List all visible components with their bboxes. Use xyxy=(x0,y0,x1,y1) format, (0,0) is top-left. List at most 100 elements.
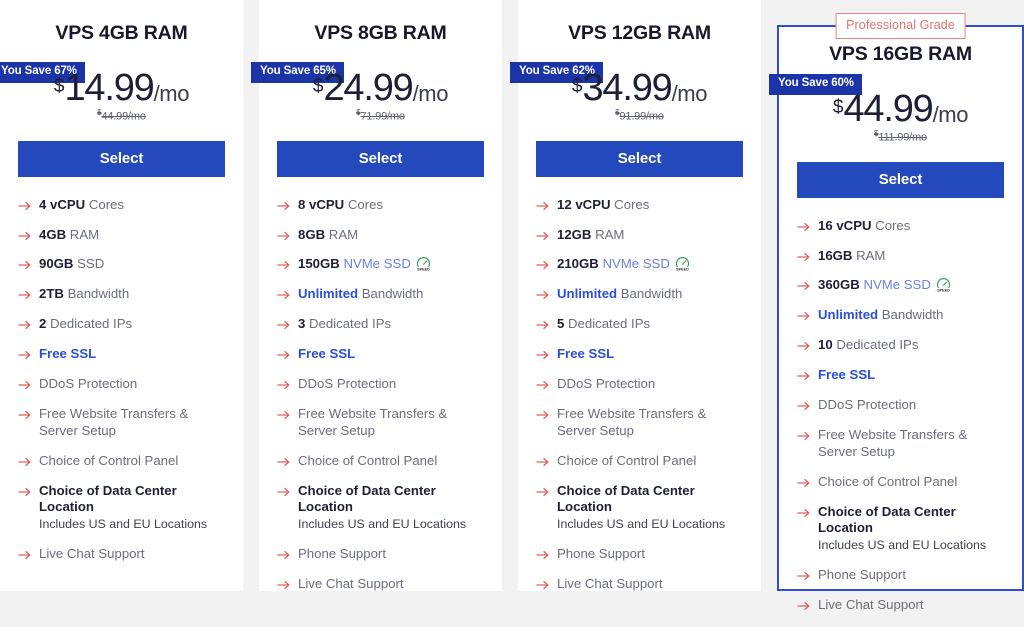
feature-label: DDoS Protection xyxy=(818,397,917,412)
feature-label: Live Chat Support xyxy=(557,576,663,592)
arrow-right-icon xyxy=(18,199,32,213)
original-price: $111.99/mo xyxy=(797,129,1004,144)
svg-text:SPEED: SPEED xyxy=(417,268,430,272)
feature-label: Unlimited Bandwidth xyxy=(298,286,424,302)
feature-item: 90GB SSD xyxy=(18,256,225,273)
feature-item: 12 vCPU Cores xyxy=(536,197,743,214)
arrow-right-icon xyxy=(277,408,291,422)
feature-label: Phone Support xyxy=(557,546,645,562)
feature-label: 4GB RAM xyxy=(39,226,100,242)
select-button[interactable]: Select xyxy=(797,161,1004,198)
feature-note: Includes US and EU Locations xyxy=(39,517,208,532)
feature-label: 8 vCPU Cores xyxy=(298,196,384,212)
feature-item: DDoS Protection xyxy=(18,376,225,393)
feature-label: 16 vCPU Cores xyxy=(818,217,911,233)
arrow-right-icon xyxy=(797,506,811,520)
feature-label: Choice of Data Center Location Includes U… xyxy=(39,483,225,534)
arrow-right-icon xyxy=(277,378,291,392)
arrow-right-icon xyxy=(277,485,291,499)
price-amount: 14.99 xyxy=(64,67,155,109)
feature-label: 5 Dedicated IPs xyxy=(557,316,651,332)
feature-item: Phone Support xyxy=(277,546,484,563)
select-button[interactable]: Select xyxy=(18,140,225,177)
price-period: /mo xyxy=(412,81,449,106)
arrow-right-icon xyxy=(277,199,291,213)
feature-item: 150GB NVMe SSD SPEED xyxy=(277,256,484,273)
feature-label: Live Chat Support xyxy=(39,546,145,562)
price-period: /mo xyxy=(671,81,708,106)
feature-item: Free Website Transfers & Server Setup xyxy=(797,427,1004,461)
arrow-right-icon xyxy=(536,318,550,332)
current-price: $14.99/mo xyxy=(54,67,190,109)
feature-item: Choice of Data Center Location Includes U… xyxy=(277,483,484,534)
arrow-right-icon xyxy=(797,369,811,383)
feature-label: Unlimited Bandwidth xyxy=(818,307,944,323)
arrow-right-icon xyxy=(797,279,811,293)
feature-item: 360GB NVMe SSD SPEED xyxy=(797,277,1004,294)
feature-label: 2 Dedicated IPs xyxy=(39,316,133,332)
feature-item: 3 Dedicated IPs xyxy=(277,316,484,333)
arrow-right-icon xyxy=(277,288,291,302)
feature-label: 2TB Bandwidth xyxy=(39,286,130,302)
feature-item: Phone Support xyxy=(797,567,1004,584)
arrow-right-icon xyxy=(536,199,550,213)
arrow-right-icon xyxy=(277,455,291,469)
feature-item: 16 vCPU Cores xyxy=(797,218,1004,235)
feature-note: Includes US and EU Locations xyxy=(818,538,987,553)
feature-label: 8GB RAM xyxy=(298,226,359,242)
arrow-right-icon xyxy=(536,288,550,302)
feature-label: Choice of Data Center Location Includes U… xyxy=(557,483,743,534)
feature-item: 10 Dedicated IPs xyxy=(797,337,1004,354)
arrow-right-icon xyxy=(536,578,550,592)
arrow-right-icon xyxy=(277,578,291,592)
arrow-right-icon xyxy=(18,485,32,499)
plan-title: VPS 4GB RAM xyxy=(55,22,188,44)
feature-label: Choice of Data Center Location Includes U… xyxy=(818,504,1004,555)
feature-label: Live Chat Support xyxy=(818,597,924,613)
feature-item: Free SSL xyxy=(797,367,1004,384)
feature-item: Live Chat Support xyxy=(18,546,225,563)
feature-label: DDoS Protection xyxy=(557,376,656,391)
feature-item: Free SSL xyxy=(18,346,225,363)
feature-label: 210GB NVMe SSD SPEED xyxy=(557,256,689,272)
select-button[interactable]: Select xyxy=(277,140,484,177)
feature-item: Unlimited Bandwidth xyxy=(277,286,484,303)
feature-note: Includes US and EU Locations xyxy=(557,517,726,532)
arrow-right-icon xyxy=(18,348,32,362)
arrow-right-icon xyxy=(18,229,32,243)
plan-card-vps-4gb: VPS 4GB RAM You Save 67% $14.99/mo $44.99/m… xyxy=(0,0,243,591)
original-price: $71.99/mo xyxy=(277,108,484,123)
feature-label: 12GB RAM xyxy=(557,226,625,242)
feature-label: Free Website Transfers & Server Setup xyxy=(818,426,968,459)
feature-label: Choice of Data Center Location Includes U… xyxy=(298,483,484,534)
feature-item: 8 vCPU Cores xyxy=(277,197,484,214)
plan-title: VPS 8GB RAM xyxy=(314,22,447,44)
price-period: /mo xyxy=(932,102,969,127)
feature-item: 5 Dedicated IPs xyxy=(536,316,743,333)
current-price: $34.99/mo xyxy=(572,69,708,107)
arrow-right-icon xyxy=(277,318,291,332)
arrow-right-icon xyxy=(18,378,32,392)
feature-list: 4 vCPU Cores 4GB RAM 90GB SSD 2TB Bandwidth… xyxy=(18,197,225,576)
feature-label: 12 vCPU Cores xyxy=(557,196,650,212)
speed-badge-icon: SPEED xyxy=(416,256,431,272)
select-button[interactable]: Select xyxy=(536,140,743,177)
plan-title: VPS 12GB RAM xyxy=(568,22,711,44)
original-price: $44.99/mo xyxy=(18,108,225,123)
arrow-right-icon xyxy=(797,220,811,234)
arrow-right-icon xyxy=(277,548,291,562)
pricing-plans-grid: VPS 4GB RAM You Save 67% $14.99/mo $44.99/m… xyxy=(0,0,1024,612)
feature-item: Live Chat Support xyxy=(797,597,1004,614)
feature-label: Choice of Control Panel xyxy=(557,452,697,468)
feature-item: 2TB Bandwidth xyxy=(18,286,225,303)
feature-item: DDoS Protection xyxy=(536,376,743,393)
currency-symbol: $ xyxy=(312,76,324,97)
original-price-value: 71.99/mo xyxy=(360,110,405,123)
arrow-right-icon xyxy=(18,288,32,302)
feature-label: 90GB SSD xyxy=(39,256,105,272)
feature-item: DDoS Protection xyxy=(797,397,1004,414)
price-block: $34.99/mo $91.99/mo xyxy=(536,69,743,123)
arrow-right-icon xyxy=(797,476,811,490)
feature-item: Choice of Data Center Location Includes U… xyxy=(536,483,743,534)
feature-label: 3 Dedicated IPs xyxy=(298,316,392,332)
